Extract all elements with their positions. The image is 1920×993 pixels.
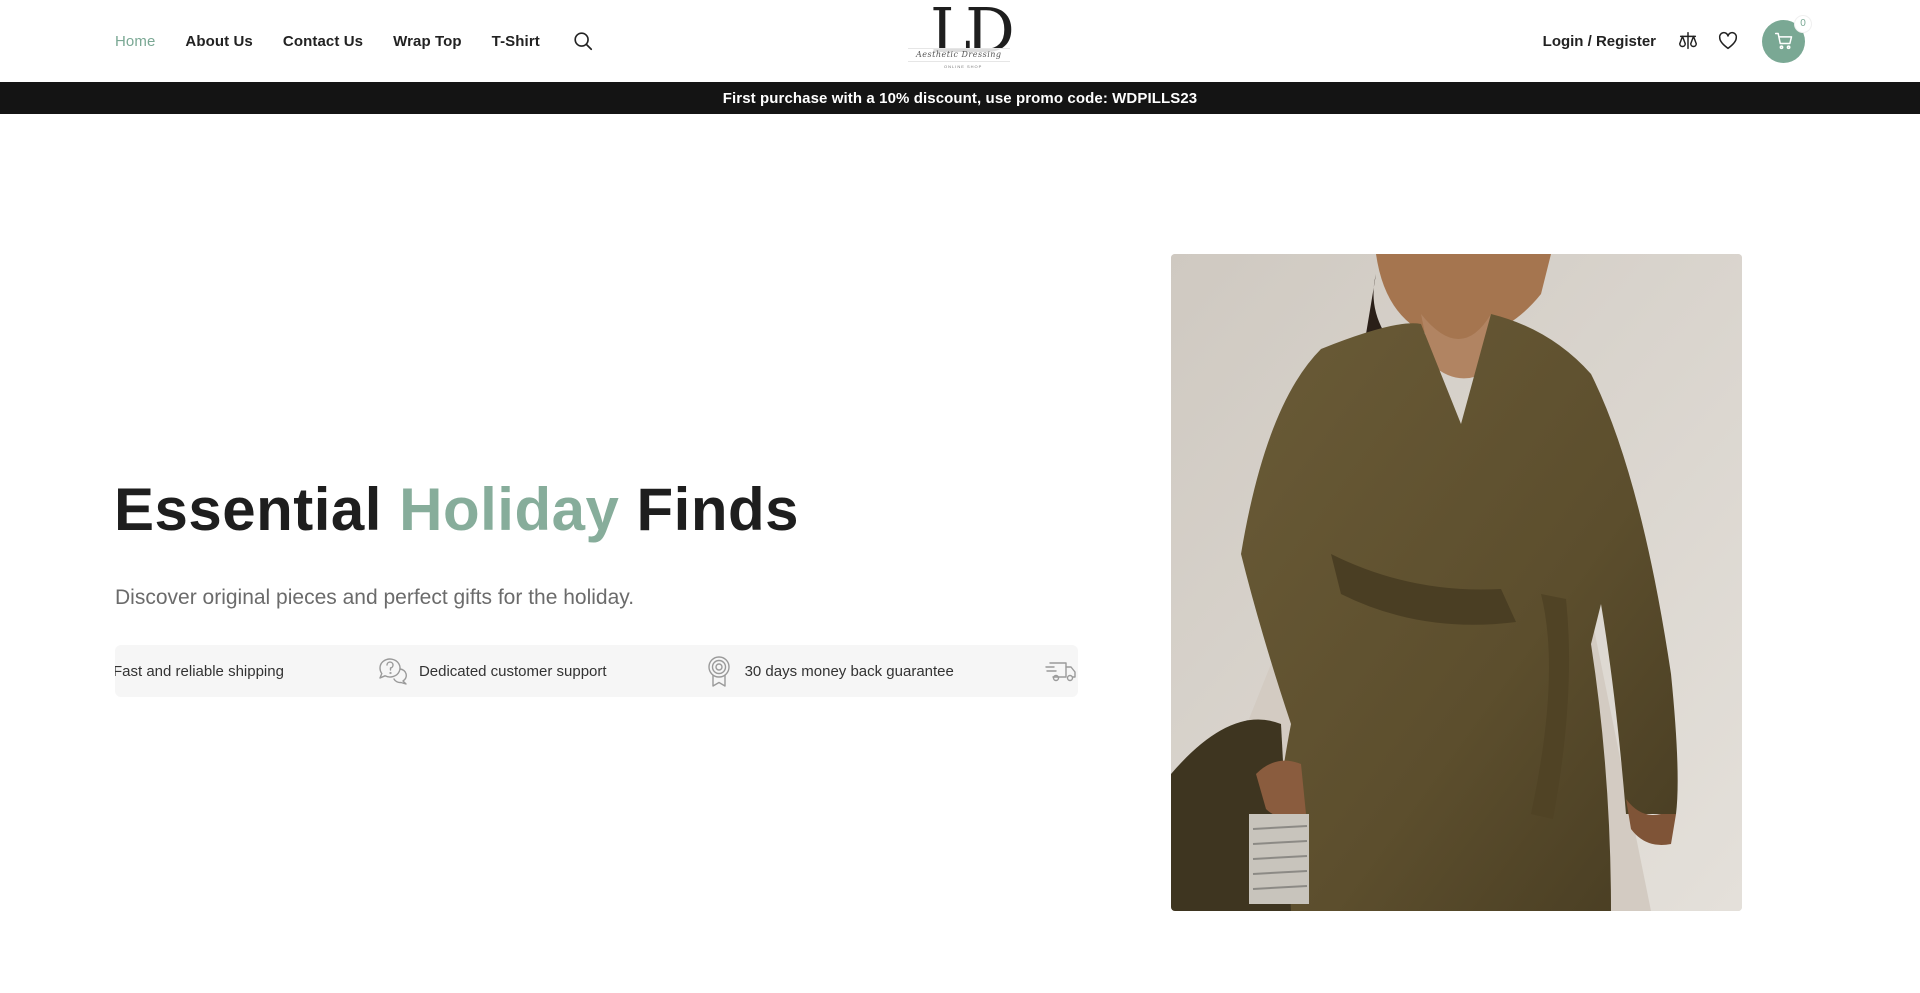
feature-shipping-label: Fast and reliable shipping <box>115 662 284 680</box>
hero-image <box>1171 254 1742 911</box>
features-strip: Fast and reliable shipping Dedicated cus… <box>115 645 1078 697</box>
features-track: Fast and reliable shipping Dedicated cus… <box>115 645 1078 697</box>
cart-icon <box>1774 32 1792 50</box>
main-nav: Home About Us Contact Us Wrap Top T-Shir… <box>115 0 595 82</box>
feature-support-label: Dedicated customer support <box>418 662 607 680</box>
site-logo[interactable]: LD Aesthetic Dressing ONLINE SHOP <box>906 0 1015 76</box>
hero-title-accent: Holiday <box>399 476 620 543</box>
nav-wrap-top[interactable]: Wrap Top <box>393 33 462 50</box>
nav-about-us[interactable]: About Us <box>185 33 252 50</box>
award-badge-icon <box>702 654 736 688</box>
hero-title: Essential Holiday Finds <box>114 470 799 550</box>
search-icon[interactable] <box>571 29 595 53</box>
feature-support: Dedicated customer support <box>376 654 607 688</box>
feature-shipping: Fast and reliable shipping <box>115 663 284 680</box>
logo-script: Aesthetic Dressing <box>916 50 1002 59</box>
login-register-link[interactable]: Login / Register <box>1543 33 1656 50</box>
truck-icon <box>1044 654 1078 688</box>
nav-t-shirt[interactable]: T-Shirt <box>492 33 540 50</box>
hero-subtitle: Discover original pieces and perfect gif… <box>115 586 635 609</box>
nav-contact-us[interactable]: Contact Us <box>283 33 363 50</box>
logo-tagline: ONLINE SHOP <box>944 64 983 69</box>
cart-count-badge: 0 <box>1794 14 1812 33</box>
chat-question-icon <box>376 654 410 688</box>
header-actions: Login / Register 0 <box>1543 0 1812 82</box>
compare-icon[interactable] <box>1676 29 1700 53</box>
nav-home[interactable]: Home <box>115 33 155 50</box>
promo-bar: First purchase with a 10% discount, use … <box>0 82 1920 114</box>
promo-text: First purchase with a 10% discount, use … <box>722 89 1198 107</box>
hero-title-part1: Essential <box>114 476 382 543</box>
feature-guarantee-label: 30 days money back guarantee <box>744 662 954 680</box>
heart-icon[interactable] <box>1716 29 1740 53</box>
feature-guarantee: 30 days money back guarantee <box>702 654 954 688</box>
hero-title-part2: Finds <box>636 476 800 543</box>
site-header: Home About Us Contact Us Wrap Top T-Shir… <box>0 0 1920 82</box>
feature-shipping-repeat <box>1044 654 1078 688</box>
cart-button[interactable]: 0 <box>1762 14 1812 63</box>
